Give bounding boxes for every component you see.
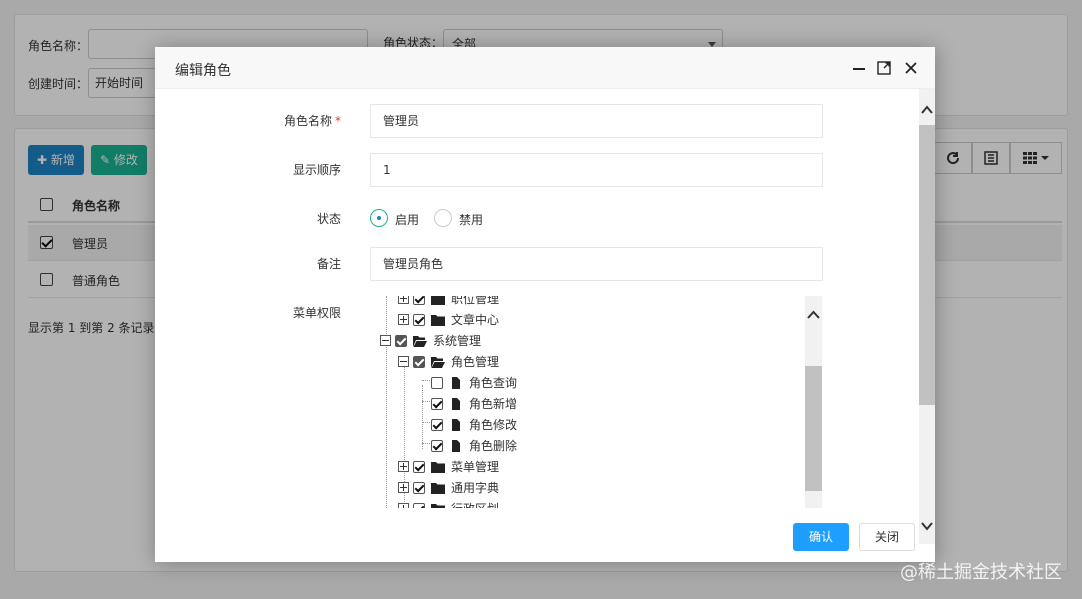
tree-node[interactable]: 角色修改 <box>431 414 517 435</box>
tree-node[interactable]: 角色新增 <box>431 393 517 414</box>
folder-icon <box>431 296 445 305</box>
scroll-up-icon[interactable] <box>921 105 933 115</box>
tree-guide-line <box>422 422 430 423</box>
dialog-header: 编辑角色 <box>155 47 935 89</box>
tree-node[interactable]: 角色查询 <box>431 372 517 393</box>
tree-guide-line <box>422 385 423 449</box>
tree-node-label: 通用字典 <box>451 481 500 495</box>
close-icon[interactable] <box>904 61 918 75</box>
file-icon <box>452 397 460 410</box>
status-radio-disabled-label: 禁用 <box>459 213 484 227</box>
folder-open-icon <box>431 356 445 368</box>
folder-open-icon <box>413 335 427 347</box>
expand-toggle[interactable] <box>398 503 409 508</box>
tree-checkbox[interactable] <box>431 397 443 410</box>
expand-toggle[interactable] <box>398 296 409 304</box>
edit-role-dialog: 编辑角色 角色名称 * 管理员 显示顺序 1 状态 启用 禁用 备注 管理员角色 … <box>155 47 935 562</box>
tree-node-label: 菜单管理 <box>451 460 500 474</box>
tree-checkbox[interactable] <box>431 376 443 389</box>
tree-guide-line <box>422 401 430 402</box>
folder-icon <box>431 314 445 326</box>
sort-order-label: 显示顺序 <box>292 163 341 177</box>
tree-checkbox[interactable] <box>413 460 425 473</box>
sort-order-input[interactable]: 1 <box>370 153 823 187</box>
tree-checkbox[interactable] <box>431 439 443 452</box>
role-name-input[interactable]: 管理员 <box>370 104 823 138</box>
watermark: @稀土掘金技术社区 <box>900 562 1062 583</box>
folder-icon <box>431 482 445 494</box>
scroll-down-icon[interactable] <box>921 521 933 531</box>
tree-node[interactable]: 系统管理 <box>380 330 481 351</box>
tree-node-label: 文章中心 <box>451 313 500 327</box>
tree-node[interactable]: 职位管理 <box>398 296 499 309</box>
tree-node-label: 角色查询 <box>469 376 518 390</box>
dialog-scrollbar[interactable] <box>919 89 935 544</box>
tree-node-label: 角色删除 <box>469 439 518 453</box>
tree-checkbox[interactable] <box>395 334 407 347</box>
tree-node-label: 职位管理 <box>451 296 500 306</box>
tree-node[interactable]: 角色删除 <box>431 435 517 456</box>
tree-checkbox[interactable] <box>413 296 425 305</box>
expand-toggle[interactable] <box>398 314 409 325</box>
tree-node[interactable]: 文章中心 <box>398 309 499 330</box>
tree-checkbox[interactable] <box>431 418 443 431</box>
dialog-scrollbar-thumb[interactable] <box>919 125 935 405</box>
tree-node-label: 角色修改 <box>469 418 518 432</box>
status-label: 状态 <box>316 212 341 226</box>
tree-guide-line <box>386 296 387 508</box>
tree-node[interactable]: 角色管理 <box>398 351 499 372</box>
folder-icon <box>431 503 445 508</box>
tree-node[interactable]: 菜单管理 <box>398 456 499 477</box>
tree-node-label: 行政区划 <box>451 500 499 508</box>
dialog-title: 编辑角色 <box>175 63 231 79</box>
status-radio-enabled-label: 启用 <box>395 213 420 227</box>
remark-input[interactable]: 管理员角色 <box>370 247 823 281</box>
menu-permission-tree: 职位管理 文章中心 系统管理 角色管理 角色查询 角色新增 角色修改 角色删除 … <box>370 296 823 508</box>
tree-checkbox[interactable] <box>413 481 425 494</box>
role-name-label: 角色名称 * <box>283 114 341 128</box>
menu-permission-label: 菜单权限 <box>292 306 341 320</box>
maximize-icon[interactable] <box>877 61 891 75</box>
tree-node-label: 角色新增 <box>469 397 518 411</box>
tree-checkbox[interactable] <box>413 313 425 326</box>
tree-node-label: 角色管理 <box>451 355 500 369</box>
tree-guide-line <box>422 380 430 381</box>
tree-scrollbar[interactable] <box>805 296 822 508</box>
tree-node[interactable]: 行政区划 <box>398 498 499 508</box>
file-icon <box>452 418 460 431</box>
file-icon <box>452 376 460 389</box>
tree-checkbox[interactable] <box>413 502 425 508</box>
folder-icon <box>431 461 445 473</box>
remark-label: 备注 <box>316 257 341 271</box>
status-radio-enabled[interactable] <box>370 209 388 227</box>
confirm-button[interactable]: 确认 <box>793 523 849 551</box>
file-icon <box>452 439 460 452</box>
collapse-toggle[interactable] <box>380 335 391 346</box>
dialog-body: 角色名称 * 管理员 显示顺序 1 状态 启用 禁用 备注 管理员角色 菜单权限 … <box>155 89 919 514</box>
expand-toggle[interactable] <box>398 482 409 493</box>
tree-guide-line <box>422 443 430 444</box>
tree-scrollbar-thumb[interactable] <box>805 366 822 491</box>
required-asterisk: * <box>335 114 341 128</box>
tree-checkbox[interactable] <box>413 355 425 368</box>
tree-node[interactable]: 通用字典 <box>398 477 499 498</box>
scroll-up-icon[interactable] <box>807 310 820 320</box>
expand-toggle[interactable] <box>398 461 409 472</box>
close-button[interactable]: 关闭 <box>859 523 915 551</box>
collapse-toggle[interactable] <box>398 356 409 367</box>
status-radio-disabled[interactable] <box>434 209 452 227</box>
minimize-icon[interactable] <box>852 61 866 75</box>
tree-node-label: 系统管理 <box>433 334 482 348</box>
